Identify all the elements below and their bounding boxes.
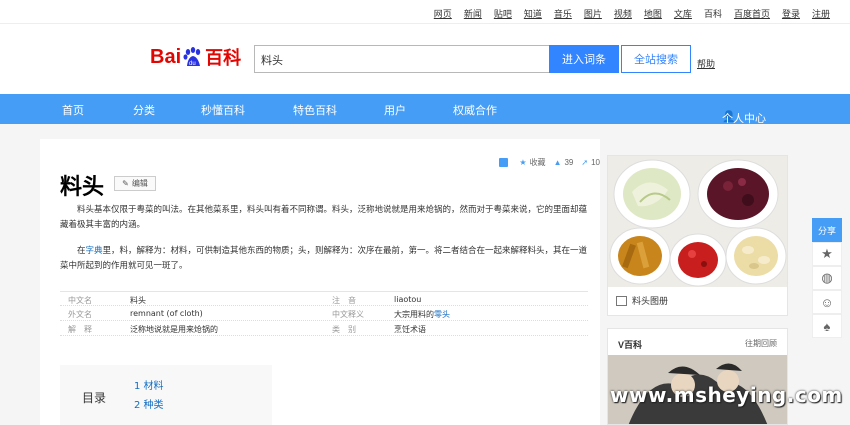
watermark-text: www.msheying.com	[610, 383, 843, 407]
top-link[interactable]: 百度首页	[734, 7, 770, 20]
toc-label: 目录	[82, 391, 107, 405]
basic-info-table: 中文名 料头 注 音 liaotou 外文名 remnant (of cloth…	[60, 291, 588, 336]
info-key: 类 别	[332, 325, 356, 334]
vbaike-box: V百科 往期回顾	[607, 328, 788, 425]
top-link[interactable]: 音乐	[554, 7, 572, 20]
entry-content: ★ 收藏 ▲ 39 ➚ 10 料头 ✎ 编辑 料头基本仅限于粤菜的叫法。在其他菜系里，…	[40, 139, 600, 425]
album-caption[interactable]: 料头图册	[616, 294, 668, 307]
nav-item-miaodong[interactable]: 秒懂百科	[201, 102, 245, 118]
thumb-icon: ▲	[553, 158, 562, 167]
paragraph-text: 里，料，解释为：材料，可供制造其他东西的物质；头，则解释为：次序在最前，第一。将…	[60, 246, 588, 271]
dictionary-link[interactable]: 字典	[86, 246, 103, 256]
toc-item[interactable]: 2 种类	[134, 396, 164, 415]
top-link[interactable]: 视频	[614, 7, 632, 20]
share-count: 10	[591, 158, 600, 167]
top-links: 网页 新闻 贴吧 知道 音乐 图片 视频 地图 文库 百科 百度首页 登录 注册	[422, 7, 830, 20]
enter-entry-button[interactable]: 进入词条	[549, 45, 619, 73]
top-link-bar: 网页 新闻 贴吧 知道 音乐 图片 视频 地图 文库 百科 百度首页 登录 注册	[0, 0, 850, 24]
weibo-icon[interactable]: ◍	[812, 266, 842, 290]
top-link[interactable]: 新闻	[464, 7, 482, 20]
info-row: 中文名 料头 注 音 liaotou	[60, 291, 588, 306]
top-link[interactable]: 网页	[434, 7, 452, 20]
toc-item[interactable]: 1 材料	[134, 377, 164, 396]
wechat-icon[interactable]: ☺	[812, 290, 842, 314]
share-count-button[interactable]: ➚ 10	[581, 158, 600, 167]
info-value: 大宗用料的零头	[394, 309, 450, 320]
album-icon	[616, 295, 627, 306]
food-photo[interactable]	[608, 156, 787, 287]
nav-item-home[interactable]: 首页	[62, 102, 84, 118]
star-icon: ★	[519, 158, 527, 167]
info-key: 中文释义	[332, 310, 364, 319]
svg-text:du: du	[189, 61, 196, 67]
logo-baike-text: 百科	[205, 48, 242, 68]
share-sidebar: 分享 ★ ◍ ☺ ♠	[812, 218, 842, 338]
main-nav: 首页 分类 秒懂百科 特色百科 用户 权威合作 👤 个人中心	[0, 94, 850, 125]
add-button[interactable]	[499, 158, 511, 167]
top-link[interactable]: 知道	[524, 7, 542, 20]
help-link[interactable]: 帮助	[697, 57, 715, 70]
top-link[interactable]: 地图	[644, 7, 662, 20]
info-row: 解 释 泛称地说就是用来炝锅的 类 别 烹饪术语	[60, 321, 588, 336]
collect-label: 收藏	[529, 158, 546, 167]
info-key: 解 释	[68, 325, 92, 334]
site-search-button[interactable]: 全站搜索	[621, 45, 691, 73]
past-issues-link[interactable]: 往期回顾	[745, 338, 777, 349]
like-count: 39	[564, 158, 574, 167]
plus-icon	[499, 158, 509, 167]
info-value-text: liaotou	[394, 295, 422, 304]
info-value: 料头	[130, 296, 146, 305]
favorite-star-icon[interactable]: ★	[812, 242, 842, 266]
album-caption-text: 料头图册	[632, 297, 669, 307]
top-link[interactable]: 文库	[674, 7, 692, 20]
qq-icon[interactable]: ♠	[812, 314, 842, 338]
page-title: 料头	[60, 175, 105, 200]
collect-button[interactable]: ★ 收藏	[519, 157, 545, 168]
logo-text: Bai	[150, 45, 182, 68]
album-box[interactable]: 料头图册	[607, 155, 788, 316]
info-key: 注 音	[332, 296, 356, 305]
edit-label: 编辑	[131, 179, 148, 188]
pencil-icon: ✎	[122, 179, 129, 188]
paragraph-text: 在	[77, 246, 86, 256]
info-value-text: 大宗用料的	[394, 310, 434, 319]
entry-toolbar: ★ 收藏 ▲ 39 ➚ 10	[491, 157, 600, 168]
summary-paragraph-1: 料头基本仅限于粤菜的叫法。在其他菜系里，料头叫有着不同称谓。料头，泛称地说就是用…	[60, 205, 588, 230]
info-value: remnant (of cloth)	[130, 309, 203, 318]
info-value: 烹饪术语	[394, 324, 426, 335]
nav-item-users[interactable]: 用户	[384, 102, 406, 118]
info-key: 外文名	[68, 310, 92, 319]
top-link[interactable]: 登录	[782, 7, 800, 20]
info-key: 中文名	[68, 296, 92, 305]
info-value: liaotou	[394, 295, 421, 304]
info-value-link[interactable]: 零头	[434, 310, 450, 319]
share-button[interactable]: 分享	[812, 218, 842, 242]
paw-icon: du	[182, 46, 204, 68]
share-arrow-icon: ➚	[581, 158, 589, 167]
nav-item-category[interactable]: 分类	[133, 102, 155, 118]
info-row: 外文名 remnant (of cloth) 中文释义 大宗用料的零头	[60, 306, 588, 321]
toc-items: 1 材料 2 种类	[134, 377, 164, 415]
info-value-text: 烹饪术语	[394, 325, 426, 334]
nav-item-partners[interactable]: 权威合作	[453, 102, 497, 118]
baidu-baike-logo[interactable]: Bai du 百科	[150, 42, 241, 72]
table-of-contents: 目录 1 材料 2 种类	[60, 365, 272, 425]
summary-paragraph-2: 在字典里，料，解释为：材料，可供制造其他东西的物质；头，则解释为：次序在最前，第…	[60, 244, 590, 274]
info-value: 泛称地说就是用来炝锅的	[130, 325, 218, 334]
top-link[interactable]: 注册	[812, 7, 830, 20]
nav-item-featured[interactable]: 特色百科	[293, 102, 337, 118]
search-input[interactable]: 料头	[254, 45, 550, 73]
top-link[interactable]: 图片	[584, 7, 602, 20]
user-center-label: 个人中心	[722, 112, 766, 125]
top-link[interactable]: 百科	[704, 7, 722, 20]
header: Bai du 百科 料头 进入词条 全站搜索 帮助	[0, 24, 850, 94]
like-button[interactable]: ▲ 39	[554, 158, 574, 167]
edit-button[interactable]: ✎ 编辑	[114, 176, 156, 191]
vbaike-title: V百科	[618, 340, 643, 350]
top-link[interactable]: 贴吧	[494, 7, 512, 20]
